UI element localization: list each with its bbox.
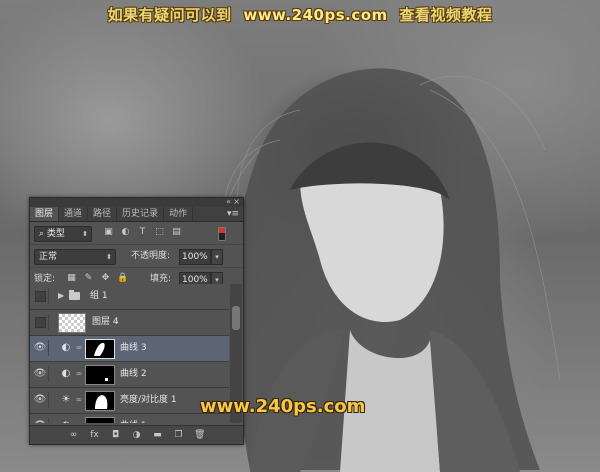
layer-name: 图层 4 [92,317,119,327]
lock-all-icon[interactable]: 🔒 [117,273,128,284]
scrollbar-thumb[interactable] [232,306,240,330]
close-icon[interactable]: × [233,197,240,206]
visibility-toggle[interactable] [32,314,49,330]
collapse-icon[interactable]: « [226,197,231,206]
mask-shape [95,395,108,409]
layer-row-curves-2[interactable]: 👁 ◐ ∞ 曲线 2 [30,362,229,388]
new-group-icon[interactable]: ▬ [152,430,163,440]
curves-adjustment-icon: ◐ [61,342,71,353]
lock-icons: ▦ ✎ ✥ 🔒 [66,273,128,284]
layer-name: 曲线 1 [120,414,147,423]
disclosure-triangle-icon[interactable]: ▶ [58,291,64,300]
layer-thumbnail [58,313,86,333]
filter-toggle-switch[interactable] [218,227,226,241]
brightness-adjustment-icon: ☀ [61,394,71,405]
mask-shape [105,378,108,381]
link-icon: ∞ [75,395,83,404]
layer-style-icon[interactable]: fx [89,430,100,440]
lock-position-icon[interactable]: ✥ [100,273,111,284]
panel-tabs: 图层 通道 路径 历史记录 动作 ▾≡ [30,207,243,222]
chevron-down-icon: ⬍ [106,253,112,261]
layer-name: 亮度/对比度 1 [120,395,177,405]
filter-icons: ▣ ◐ T ⬚ ▤ [103,227,182,238]
watermark: www.240ps.com [200,396,366,417]
type-filter-icon[interactable]: T [137,227,148,238]
link-layers-icon[interactable]: ∞ [68,430,79,440]
link-icon: ∞ [75,369,83,378]
layer-row-curves-3[interactable]: 👁 ◐ ∞ 曲线 3 [30,336,229,362]
opacity-dropdown-icon[interactable]: ▾ [211,249,223,265]
filter-kind-select[interactable]: ⌕ 类型 ⬍ [34,226,92,242]
panel-bottom-toolbar: ∞ fx ◘ ◑ ▬ ❐ 🗑 [30,425,243,444]
layer-name: 曲线 2 [120,369,147,379]
layer-name: 组 1 [90,291,108,301]
eye-icon[interactable]: 👁 [32,392,49,408]
eye-icon[interactable]: 👁 [32,366,49,382]
new-layer-icon[interactable]: ❐ [173,430,184,440]
visibility-toggle[interactable] [32,288,49,304]
tab-paths[interactable]: 路径 [88,207,118,221]
layer-row-layer-4[interactable]: 图层 4 [30,310,229,336]
layer-mask-thumbnail[interactable] [85,417,115,423]
pixel-filter-icon[interactable]: ▣ [103,227,114,238]
layer-mask-thumbnail[interactable] [85,365,115,385]
tab-actions[interactable]: 动作 [164,207,194,221]
link-icon: ∞ [75,419,83,423]
tab-channels[interactable]: 通道 [59,207,89,221]
tab-history[interactable]: 历史记录 [117,207,165,221]
curves-adjustment-icon: ◐ [61,368,71,379]
blend-mode-select[interactable]: 正常 ⬍ [34,249,116,265]
shape-filter-icon[interactable]: ⬚ [154,227,165,238]
layer-mask-thumbnail[interactable] [85,339,115,359]
banner-suffix: 查看视频教程 [399,6,493,24]
adjustment-layer-icon[interactable]: ◑ [131,430,142,440]
mask-shape [94,342,105,356]
blend-row: 正常 ⬍ 不透明度: 100% ▾ [30,245,243,268]
lock-transparency-icon[interactable]: ▦ [66,273,77,284]
banner-url: www.240ps.com [243,6,388,24]
filter-row: ⌕ 类型 ⬍ ▣ ◐ T ⬚ ▤ [30,222,243,245]
banner-prefix: 如果有疑问可以到 [107,6,232,24]
top-banner: 如果有疑问可以到 www.240ps.com 查看视频教程 [0,4,600,25]
filter-kind-value: 类型 [46,229,65,239]
chevron-down-icon: ⬍ [82,230,88,238]
eye-icon[interactable]: 👁 [32,340,49,356]
opacity-input[interactable]: 100% [179,249,211,265]
panel-menu-icon[interactable]: ▾≡ [227,207,239,221]
layer-mask-thumbnail[interactable] [85,391,115,411]
curves-adjustment-icon: ◐ [58,418,74,423]
search-icon: ⌕ [39,229,47,239]
adjustment-filter-icon[interactable]: ◐ [120,227,131,238]
link-icon: ∞ [75,343,83,352]
panel-titlebar: « × [30,197,243,207]
smart-object-filter-icon[interactable]: ▤ [171,227,182,238]
tab-layers[interactable]: 图层 [30,207,60,221]
layer-name: 曲线 3 [120,343,147,353]
lock-paint-icon[interactable]: ✎ [83,273,94,284]
trash-icon[interactable]: 🗑 [194,430,205,440]
eye-icon[interactable]: 👁 [32,418,49,423]
layer-row-group-1[interactable]: ▶ 组 1 [30,284,229,310]
add-mask-icon[interactable]: ◘ [110,430,121,440]
blend-mode-value: 正常 [39,252,58,262]
folder-icon [69,290,80,300]
opacity-label: 不透明度: [131,251,171,261]
